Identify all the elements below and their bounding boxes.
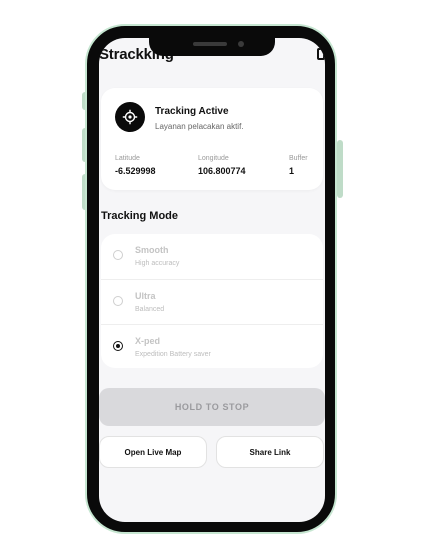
mode-option-ultra[interactable]: Ultra Balanced (101, 279, 323, 324)
open-live-map-button[interactable]: Open Live Map (99, 436, 207, 468)
mode-desc: Expedition Battery saver (135, 351, 211, 358)
tracking-mode-title: Tracking Mode (101, 210, 179, 222)
status-title: Tracking Active (155, 106, 229, 117)
stat-value: 1 (289, 166, 295, 176)
mode-desc: Balanced (135, 306, 165, 313)
stat-latitude: Latitude -6.529998 (115, 155, 156, 176)
mode-desc: High accuracy (135, 260, 180, 267)
mode-name: X-ped (135, 336, 161, 346)
share-link-button[interactable]: Share Link (216, 436, 324, 468)
tracking-mode-list: Smooth High accuracy Ultra Balanced X-pe… (101, 234, 323, 368)
radio-button[interactable] (113, 296, 123, 306)
status-card: Tracking Active Layanan pelacakan aktif.… (101, 88, 323, 190)
mode-name: Smooth (135, 245, 169, 255)
stat-value: -6.529998 (115, 166, 156, 176)
stat-label: Longitude (198, 155, 229, 162)
speaker-grille (193, 42, 227, 46)
stat-label: Buffer (289, 155, 308, 162)
status-subtitle: Layanan pelacakan aktif. (155, 122, 244, 131)
target-icon (115, 102, 145, 132)
radio-button[interactable] (113, 250, 123, 260)
app-screen: Strackking Tracking Active Layanan pelac… (99, 38, 325, 522)
phone-notch (149, 30, 275, 56)
camera-icon (238, 41, 244, 47)
stat-label: Latitude (115, 155, 140, 162)
stat-value: 106.800774 (198, 166, 246, 176)
mode-name: Ultra (135, 291, 156, 301)
power-button (337, 140, 343, 198)
stat-buffer: Buffer 1 (289, 155, 308, 176)
hold-to-stop-button[interactable]: HOLD TO STOP (99, 388, 325, 426)
stat-longitude: Longitude 106.800774 (198, 155, 246, 176)
mode-option-xped[interactable]: X-ped Expedition Battery saver (101, 324, 323, 369)
device-icon[interactable] (317, 48, 325, 60)
radio-button-selected[interactable] (113, 341, 123, 351)
mode-option-smooth[interactable]: Smooth High accuracy (101, 234, 323, 278)
